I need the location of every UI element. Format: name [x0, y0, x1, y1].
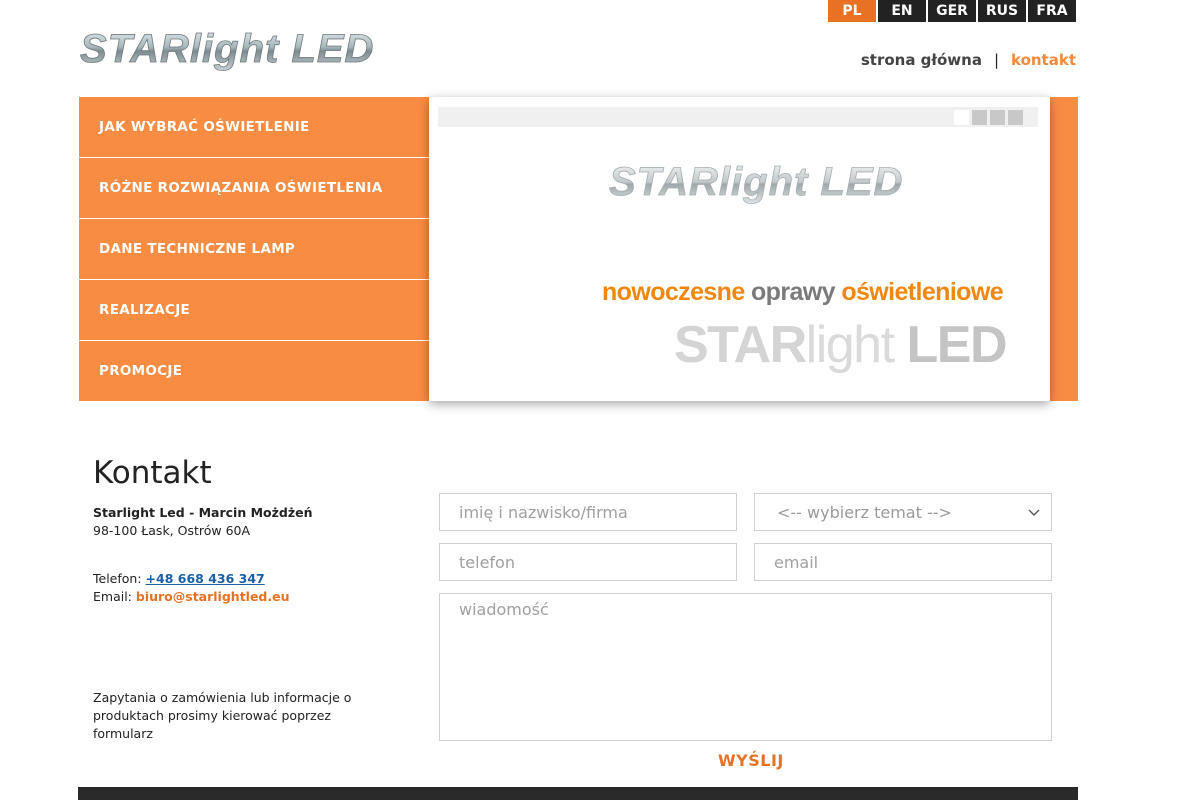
- lang-fra-button[interactable]: FRA: [1028, 0, 1076, 22]
- email-row: Email: biuro@starlightled.eu: [93, 588, 290, 606]
- slide-logo-text: STARlight LED: [609, 160, 903, 204]
- page-title: Kontakt: [93, 455, 212, 491]
- menu-item-rozne-rozwiazania[interactable]: RÓŻNE ROZWIĄZANIA OŚWIETLENIA: [79, 158, 429, 219]
- submit-button[interactable]: WYŚLIJ: [718, 751, 784, 770]
- banner-slider: STARlight LED nowoczesne oprawy oświetle…: [429, 97, 1050, 401]
- email-input[interactable]: [774, 544, 1051, 580]
- slider-dot[interactable]: [1008, 110, 1023, 125]
- phone-row: Telefon: +48 668 436 347: [93, 570, 290, 588]
- menu-item-promocje[interactable]: PROMOCJE: [79, 341, 429, 401]
- brand-part-light: light: [805, 316, 895, 374]
- topic-selected-value: <-- wybierz temat -->: [777, 502, 952, 522]
- phone-field[interactable]: [439, 543, 737, 581]
- company-name: Starlight Led - Marcin Możdżeń: [93, 505, 313, 520]
- top-navigation: strona główna | kontakt: [861, 51, 1076, 69]
- message-field[interactable]: [439, 593, 1052, 741]
- main-menu: JAK WYBRAĆ OŚWIETLENIE RÓŻNE ROZWIĄZANIA…: [79, 97, 429, 401]
- slide-brand: STARlight LED: [673, 315, 1008, 375]
- lang-en-button[interactable]: EN: [878, 0, 926, 22]
- tagline-word-3: oświetleniowe: [841, 278, 1003, 306]
- nav-home-link[interactable]: strona główna: [861, 51, 982, 69]
- phone-label: Telefon:: [93, 571, 146, 586]
- brand-part-star: STAR: [673, 316, 807, 374]
- nav-separator: |: [993, 51, 999, 69]
- contact-note: Zapytania o zamówienia lub informacje o …: [93, 690, 352, 741]
- nav-contact-link[interactable]: kontakt: [1011, 51, 1076, 69]
- footer-bar: [78, 787, 1078, 800]
- topic-select[interactable]: <-- wybierz temat -->: [754, 493, 1052, 531]
- slider-pagination: [954, 110, 1023, 125]
- slide-logo: STARlight LED: [607, 157, 1007, 211]
- slider-dot[interactable]: [972, 110, 987, 125]
- email-link[interactable]: biuro@starlightled.eu: [136, 589, 290, 604]
- phone-link[interactable]: +48 668 436 347: [146, 571, 265, 586]
- tagline-word-1: nowoczesne: [602, 278, 745, 306]
- lang-rus-button[interactable]: RUS: [978, 0, 1026, 22]
- tagline-word-2: oprawy: [751, 278, 836, 306]
- phone-input[interactable]: [459, 544, 736, 580]
- logo-text: STARlight LED: [80, 27, 374, 71]
- chevron-down-icon: [1028, 509, 1040, 516]
- company-address: 98-100 Łask, Ostrów 60A: [93, 523, 251, 538]
- slider-dot[interactable]: [990, 110, 1005, 125]
- menu-item-dane-techniczne[interactable]: DANE TECHNICZNE LAMP: [79, 219, 429, 280]
- contact-details: Telefon: +48 668 436 347 Email: biuro@st…: [93, 570, 290, 606]
- email-field[interactable]: [754, 543, 1052, 581]
- site-logo[interactable]: STARlight LED: [78, 26, 460, 72]
- company-info: Starlight Led - Marcin Możdżeń 98-100 Ła…: [93, 504, 313, 540]
- menu-item-realizacje[interactable]: REALIZACJE: [79, 280, 429, 341]
- slider-control-bar: [438, 107, 1038, 127]
- menu-item-jak-wybrac[interactable]: JAK WYBRAĆ OŚWIETLENIE: [79, 97, 429, 158]
- brand-part-led: LED: [906, 316, 1008, 374]
- lang-ger-button[interactable]: GER: [928, 0, 976, 22]
- name-input[interactable]: [459, 494, 736, 530]
- email-label: Email:: [93, 589, 136, 604]
- message-textarea[interactable]: [459, 600, 1051, 730]
- slider-dot[interactable]: [954, 110, 969, 125]
- lang-pl-button[interactable]: PL: [828, 0, 876, 22]
- language-switcher: PL EN GER RUS FRA: [828, 0, 1076, 22]
- name-field[interactable]: [439, 493, 737, 531]
- slide-tagline: nowoczesne oprawy oświetleniowe: [602, 278, 1004, 307]
